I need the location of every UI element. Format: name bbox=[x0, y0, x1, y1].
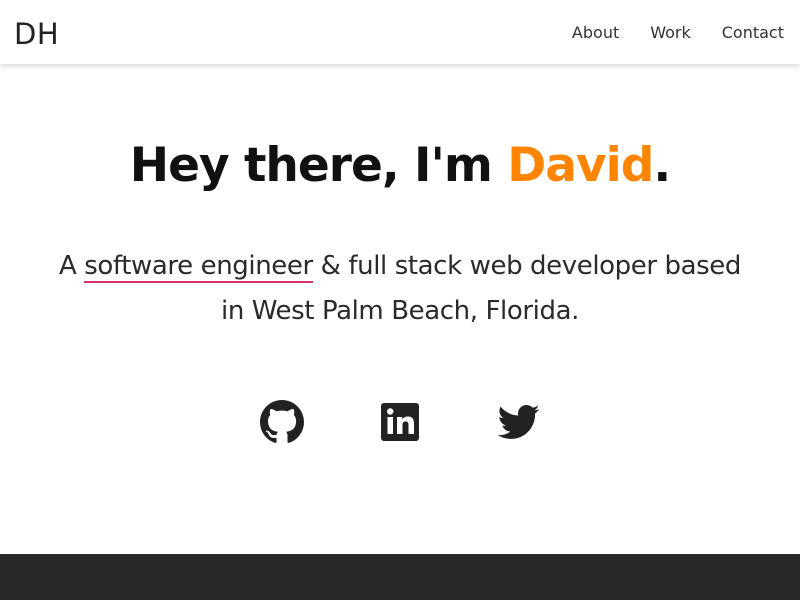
hero-subtitle: A software engineer & full stack web dev… bbox=[50, 244, 750, 334]
social-links bbox=[0, 400, 800, 444]
subtitle-start: A bbox=[59, 251, 85, 281]
hero-name: David bbox=[507, 138, 654, 193]
hero-title-prefix: Hey there, I'm bbox=[129, 138, 508, 193]
twitter-link[interactable] bbox=[496, 400, 540, 444]
github-link[interactable] bbox=[260, 400, 304, 444]
nav-link-about[interactable]: About bbox=[572, 22, 619, 44]
footer bbox=[0, 554, 800, 600]
nav-link-contact[interactable]: Contact bbox=[722, 22, 784, 44]
linkedin-link[interactable] bbox=[378, 400, 422, 444]
twitter-icon bbox=[497, 405, 540, 439]
hero-title-suffix: . bbox=[653, 138, 671, 193]
navbar: DH About Work Contact bbox=[0, 0, 800, 64]
software-engineer-link[interactable]: software engineer bbox=[84, 251, 313, 283]
hero-title: Hey there, I'm David. bbox=[0, 134, 800, 198]
github-icon bbox=[260, 400, 304, 443]
nav-menu: About Work Contact bbox=[572, 22, 784, 44]
logo-link[interactable]: DH bbox=[14, 17, 59, 51]
linkedin-icon bbox=[381, 403, 419, 441]
nav-link-work[interactable]: Work bbox=[650, 22, 691, 44]
